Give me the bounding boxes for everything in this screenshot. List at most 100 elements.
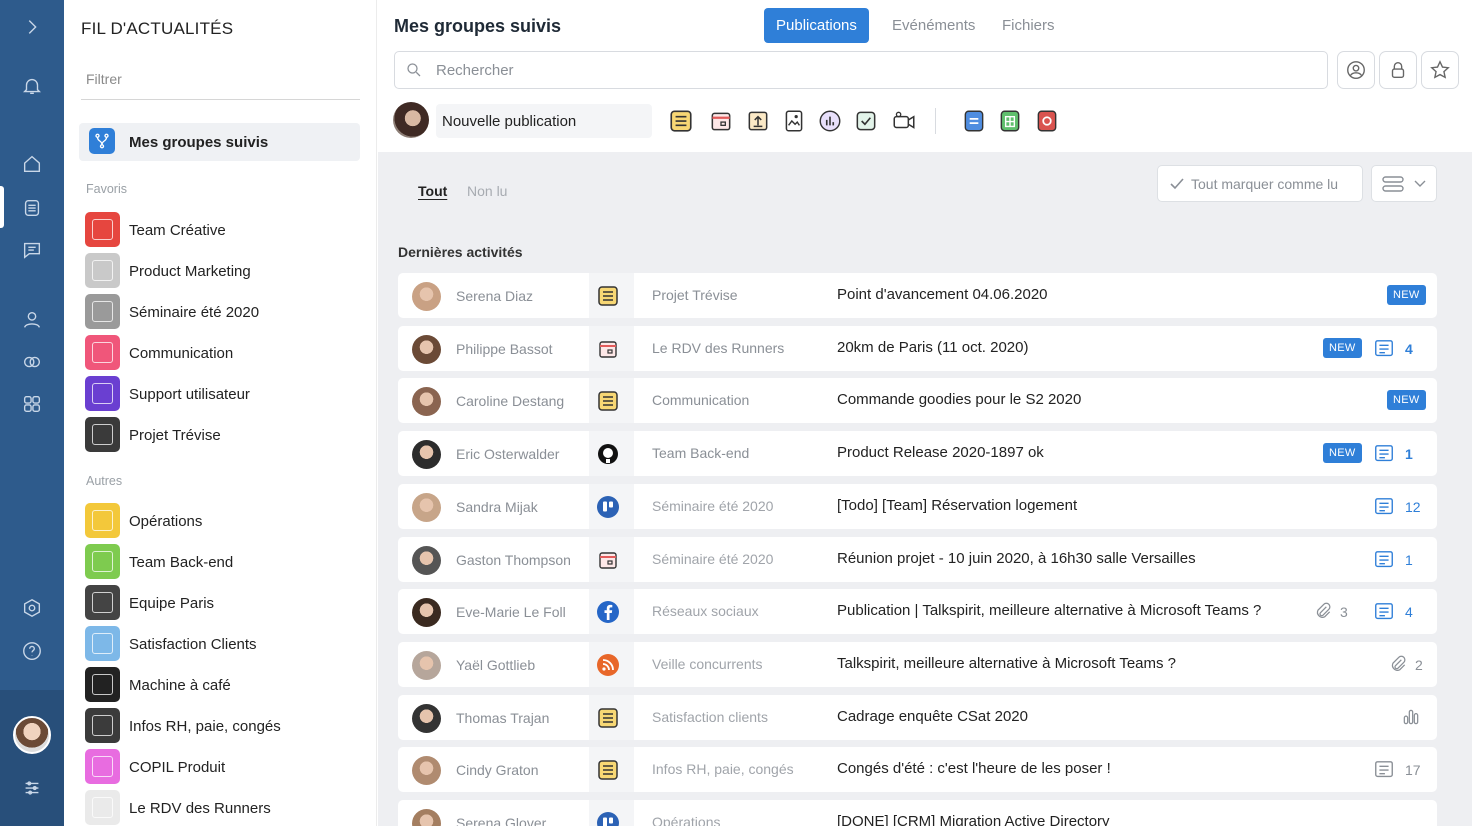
author-avatar[interactable] <box>412 650 441 680</box>
poll-tool-icon[interactable] <box>816 107 844 135</box>
post-title[interactable]: Talkspirit, meilleure alternative à Micr… <box>837 655 1176 672</box>
group-name[interactable]: Séminaire été 2020 <box>652 498 773 514</box>
group-name[interactable]: Séminaire été 2020 <box>652 551 773 567</box>
sidebar-item-support-utilisateur[interactable]: Support utilisateur <box>85 376 365 412</box>
author-avatar[interactable] <box>412 703 441 733</box>
green-sheet-tool-icon[interactable] <box>996 107 1024 135</box>
author-name[interactable]: Caroline Destang <box>456 393 564 409</box>
sidebar-item-machine-a-cafe[interactable]: Machine à café <box>85 667 365 703</box>
search-input[interactable]: Rechercher <box>394 51 1328 89</box>
author-avatar[interactable] <box>412 334 441 364</box>
post-title[interactable]: Product Release 2020-1897 ok <box>837 444 1044 461</box>
people-icon[interactable] <box>16 304 48 336</box>
post-title[interactable]: Réunion projet - 10 juin 2020, à 16h30 s… <box>837 550 1196 567</box>
post-title[interactable]: 20km de Paris (11 oct. 2020) <box>837 339 1028 356</box>
mark-all-read-button[interactable]: Tout marquer comme lu <box>1157 165 1363 202</box>
sliders-icon[interactable] <box>16 772 48 804</box>
post-title[interactable]: Congés d'été : c'est l'heure de les pose… <box>837 760 1111 777</box>
author-avatar[interactable] <box>412 492 441 522</box>
sidebar-item-product-marketing[interactable]: Product Marketing <box>85 253 365 289</box>
post-title[interactable]: Publication | Talkspirit, meilleure alte… <box>837 602 1261 619</box>
post-title[interactable]: Point d'avancement 04.06.2020 <box>837 286 1048 303</box>
group-name[interactable]: Team Back-end <box>652 445 749 461</box>
author-avatar[interactable] <box>412 387 441 417</box>
user-filter-button[interactable] <box>1337 51 1375 89</box>
author-name[interactable]: Serena Glover <box>456 815 546 826</box>
user-avatar[interactable] <box>13 716 51 754</box>
tab-events[interactable]: Evénéments <box>880 8 987 43</box>
feed-row[interactable]: Serena Diaz Projet Trévise Point d'avancem… <box>398 273 1437 318</box>
feed-row[interactable]: Eric Osterwalder Team Back-end Product Rel… <box>398 431 1437 477</box>
view-options-button[interactable] <box>1371 165 1437 202</box>
group-name[interactable]: Projet Trévise <box>652 287 738 303</box>
author-name[interactable]: Philippe Bassot <box>456 341 553 357</box>
post-title[interactable]: [DONE] [CRM] Migration Active Directory <box>837 813 1110 826</box>
author-avatar[interactable] <box>412 809 441 826</box>
author-name[interactable]: Cindy Graton <box>456 762 538 778</box>
group-name[interactable]: Le RDV des Runners <box>652 340 784 356</box>
sidebar-item-le-rdv-des-runners[interactable]: Le RDV des Runners <box>85 790 365 826</box>
sidebar-item-operations[interactable]: Opérations <box>85 503 365 539</box>
sidebar-item-communication[interactable]: Communication <box>85 335 365 371</box>
author-avatar[interactable] <box>412 598 441 628</box>
help-icon[interactable] <box>16 635 48 667</box>
author-name[interactable]: Eve-Marie Le Foll <box>456 604 566 620</box>
feed-row[interactable]: Philippe Bassot Le RDV des Runners 20km de… <box>398 325 1437 371</box>
feed-row[interactable]: Yaël Gottlieb Veille concurrents Talkspiri… <box>398 641 1437 687</box>
group-name[interactable]: Veille concurrents <box>652 656 763 672</box>
sidebar-item-seminaire-ete-2020[interactable]: Séminaire été 2020 <box>85 294 365 330</box>
feed-row[interactable]: Gaston Thompson Séminaire été 2020 Réunion… <box>398 536 1437 582</box>
home-icon[interactable] <box>16 148 48 180</box>
expand-chevron-icon[interactable] <box>16 11 48 43</box>
feed-row[interactable]: Caroline Destang Communication Commande go… <box>398 378 1437 424</box>
feed-icon[interactable] <box>16 192 48 224</box>
post-title[interactable]: [Todo] [Team] Réservation logement <box>837 497 1077 514</box>
image-tool-icon[interactable] <box>780 107 808 135</box>
blue-doc-tool-icon[interactable] <box>960 107 988 135</box>
group-name[interactable]: Satisfaction clients <box>652 709 768 725</box>
bell-icon[interactable] <box>16 70 48 102</box>
post-tool-icon[interactable] <box>667 107 695 135</box>
feed-row[interactable]: Thomas Trajan Satisfaction clients Cadrage… <box>398 694 1437 740</box>
filter-all-tab[interactable]: Tout <box>418 183 447 199</box>
sidebar-item-copil-produit[interactable]: COPIL Produit <box>85 749 365 785</box>
feed-row[interactable]: Eve-Marie Le Foll Réseaux sociaux Publicat… <box>398 589 1437 635</box>
feed-row[interactable]: Cindy Graton Infos RH, paie, congés Congés… <box>398 747 1437 793</box>
star-button[interactable] <box>1421 51 1459 89</box>
file-tool-icon[interactable] <box>744 107 772 135</box>
sidebar-item-projet-trevise[interactable]: Projet Trévise <box>85 417 365 453</box>
group-name[interactable]: Communication <box>652 392 749 408</box>
author-name[interactable]: Eric Osterwalder <box>456 446 559 462</box>
sidebar-item-infos-rh-paie-conges[interactable]: Infos RH, paie, congés <box>85 708 365 744</box>
author-avatar[interactable] <box>412 282 441 311</box>
feed-row[interactable]: Serena Glover Opérations [DONE] [CRM] Migr… <box>398 800 1437 826</box>
sidebar-item-satisfaction-clients[interactable]: Satisfaction Clients <box>85 626 365 662</box>
group-name[interactable]: Réseaux sociaux <box>652 603 759 619</box>
author-name[interactable]: Gaston Thompson <box>456 552 571 568</box>
settings-hex-icon[interactable] <box>16 592 48 624</box>
sidebar-item-followed-groups[interactable]: Mes groupes suivis <box>79 123 360 161</box>
lock-button[interactable] <box>1379 51 1417 89</box>
new-post-input[interactable]: Nouvelle publication <box>436 104 652 138</box>
groups-icon[interactable] <box>16 346 48 378</box>
author-avatar[interactable] <box>412 756 441 786</box>
author-avatar[interactable] <box>412 545 441 575</box>
tab-files[interactable]: Fichiers <box>990 8 1067 43</box>
apps-icon[interactable] <box>16 388 48 420</box>
author-name[interactable]: Sandra Mijak <box>456 499 538 515</box>
tab-publications[interactable]: Publications <box>764 8 869 43</box>
post-title[interactable]: Cadrage enquête CSat 2020 <box>837 708 1028 725</box>
sidebar-item-equipe-paris[interactable]: Equipe Paris <box>85 585 365 621</box>
group-name[interactable]: Infos RH, paie, congés <box>652 761 794 777</box>
event-tool-icon[interactable] <box>707 107 735 135</box>
video-tool-icon[interactable] <box>890 107 918 135</box>
author-name[interactable]: Yaël Gottlieb <box>456 657 535 673</box>
filter-unread-tab[interactable]: Non lu <box>467 183 507 199</box>
chat-icon[interactable] <box>16 234 48 266</box>
post-title[interactable]: Commande goodies pour le S2 2020 <box>837 391 1081 408</box>
task-tool-icon[interactable] <box>852 107 880 135</box>
author-avatar[interactable] <box>412 440 441 470</box>
sidebar-item-team-back-end[interactable]: Team Back-end <box>85 544 365 580</box>
filter-input[interactable]: Filtrer <box>86 71 122 87</box>
group-name[interactable]: Opérations <box>652 814 720 826</box>
